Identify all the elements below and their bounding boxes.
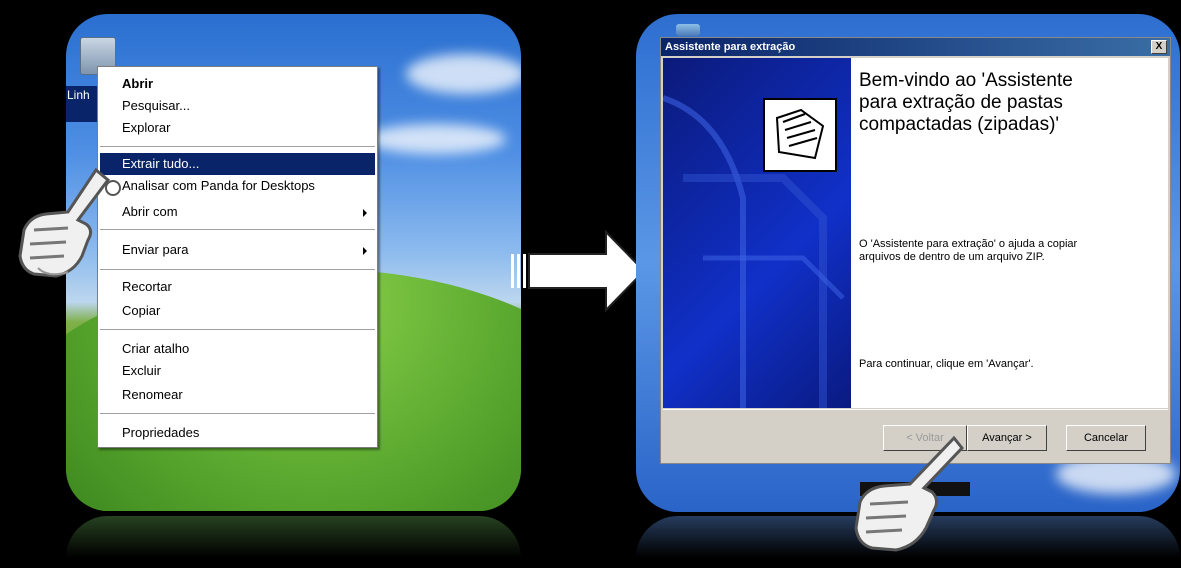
wizard-description: O 'Assistente para extração' o ajuda a c… bbox=[859, 238, 1078, 263]
pointing-hand-icon bbox=[18, 167, 111, 278]
menu-item-excluir[interactable]: Excluir bbox=[122, 360, 375, 382]
menu-item-abrir[interactable]: Abrir bbox=[122, 73, 375, 95]
close-button[interactable]: X bbox=[1151, 40, 1167, 54]
menu-item-enviar-para[interactable]: Enviar para bbox=[122, 239, 375, 261]
pointing-hand-icon bbox=[854, 435, 964, 552]
menu-item-analisar-panda[interactable]: Analisar com Panda for Desktops bbox=[122, 175, 375, 197]
submenu-arrow-icon bbox=[363, 209, 367, 217]
menu-separator bbox=[100, 269, 375, 270]
menu-separator bbox=[100, 329, 375, 330]
cancel-button[interactable]: Cancelar bbox=[1066, 425, 1146, 451]
dialog-title: Assistente para extração bbox=[665, 41, 796, 53]
menu-separator bbox=[100, 146, 375, 147]
welcome-heading: Bem-vindo ao 'Assistente para extração d… bbox=[859, 70, 1073, 135]
menu-item-pesquisar[interactable]: Pesquisar... bbox=[122, 95, 375, 117]
wizard-side-banner bbox=[663, 58, 851, 408]
continue-instruction: Para continuar, clique em 'Avançar'. bbox=[859, 358, 1034, 370]
menu-item-abrir-com[interactable]: Abrir com bbox=[122, 201, 375, 223]
desktop-icon-partial bbox=[676, 24, 700, 36]
menu-item-extrair-tudo[interactable]: Extrair tudo... bbox=[100, 153, 375, 175]
menu-item-copiar[interactable]: Copiar bbox=[122, 300, 375, 322]
left-panel-reflection bbox=[66, 516, 521, 568]
menu-item-recortar[interactable]: Recortar bbox=[122, 276, 375, 298]
menu-item-propriedades[interactable]: Propriedades bbox=[122, 422, 375, 444]
desktop-icon-label[interactable]: Linh bbox=[66, 86, 99, 122]
menu-item-criar-atalho[interactable]: Criar atalho bbox=[122, 338, 375, 360]
menu-separator bbox=[100, 413, 375, 414]
submenu-arrow-icon bbox=[363, 247, 367, 255]
menu-separator bbox=[100, 229, 375, 230]
transition-arrow-icon bbox=[511, 229, 646, 313]
extraction-wizard-dialog: Assistente para extração X Bem-vindo ao … bbox=[660, 37, 1171, 464]
menu-item-explorar[interactable]: Explorar bbox=[122, 117, 375, 139]
zip-folder-icon bbox=[763, 98, 837, 172]
dialog-button-bar bbox=[663, 409, 1168, 410]
menu-item-renomear[interactable]: Renomear bbox=[122, 384, 375, 406]
next-button[interactable]: Avançar > bbox=[967, 425, 1047, 451]
wizard-content: Bem-vindo ao 'Assistente para extração d… bbox=[851, 58, 1168, 408]
context-menu: Abrir Pesquisar... Explorar Extrair tudo… bbox=[97, 66, 378, 448]
dialog-titlebar[interactable]: Assistente para extração X bbox=[661, 38, 1170, 56]
